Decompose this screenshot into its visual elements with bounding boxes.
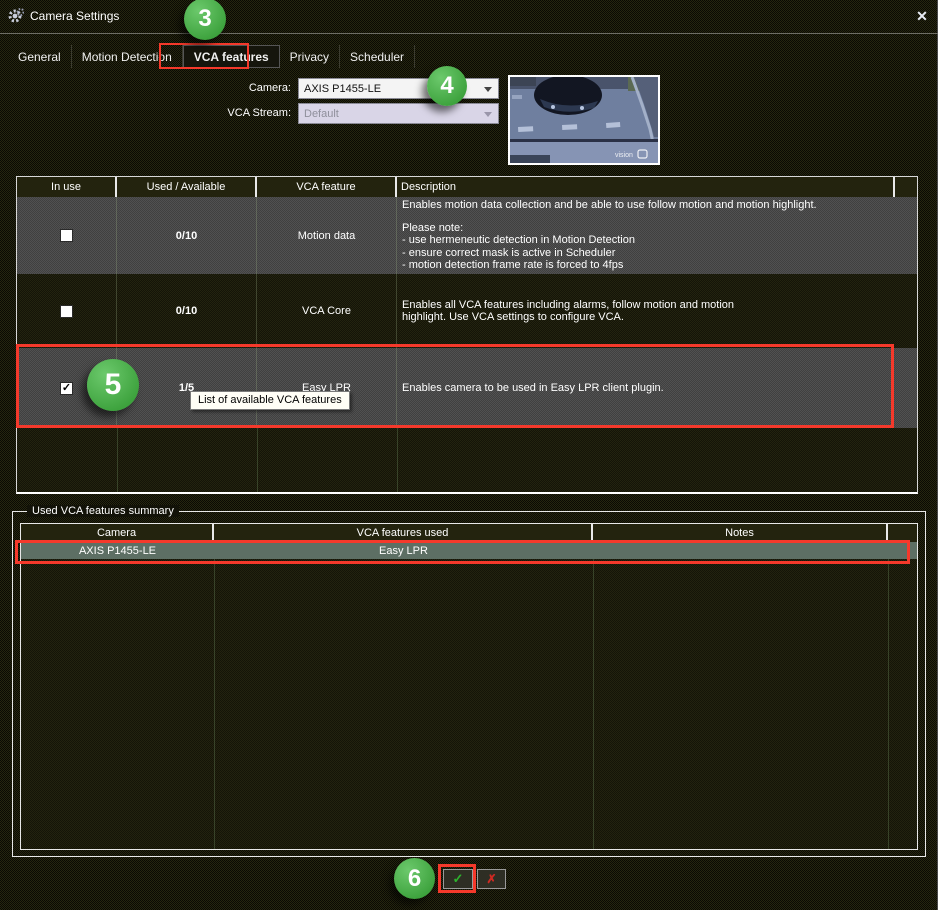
easy-lpr-description: Enables camera to be used in Easy LPR cl… [397,348,917,428]
tab-privacy[interactable]: Privacy [280,45,340,68]
grid-line [888,559,889,849]
annotation-step-4: 4 [427,66,467,106]
annotation-step-5: 5 [87,359,139,411]
features-table-header: In use Used / Available VCA feature Desc… [17,177,917,197]
tab-scheduler[interactable]: Scheduler [340,45,415,68]
vca-stream-dropdown-value: Default [304,108,339,120]
col-header-in-use[interactable]: In use [17,177,117,197]
col-header-notes[interactable]: Notes [593,524,888,542]
summary-table-header: Camera VCA features used Notes [21,524,917,542]
titlebar-separator [0,33,938,34]
title-bar: Camera Settings ✕ [0,0,938,33]
camera-dropdown[interactable]: AXIS P1455-LE [298,78,499,99]
chevron-down-icon [484,87,492,92]
summary-notes-cell [593,542,888,559]
vca-stream-dropdown[interactable]: Default [298,103,499,124]
grid-line [214,559,215,849]
easy-lpr-checkbox[interactable]: ✓ [60,382,73,395]
features-table-empty-area [17,428,917,492]
col-header-description[interactable]: Description [397,177,895,197]
motion-data-checkbox[interactable] [60,229,73,242]
col-header-sliver [888,524,917,542]
table-row-motion-data[interactable]: 0/10 Motion data Enables motion data col… [17,197,917,274]
col-header-used-available[interactable]: Used / Available [117,177,257,197]
svg-text:vision: vision [615,152,633,159]
cancel-button[interactable]: ✗ [477,869,506,889]
groupbox-label: Used VCA features summary [27,505,179,517]
used-vca-features-groupbox: Used VCA features summary Camera VCA fea… [12,511,926,857]
grid-line [593,559,594,849]
grid-line [117,428,118,492]
annotation-step-3: 3 [184,0,226,40]
check-icon: ✓ [453,871,464,887]
camera-label: Camera: [160,82,291,94]
tab-vca-features[interactable]: VCA features [183,45,280,68]
summary-features-cell: Easy LPR [214,542,593,559]
grid-line [397,428,398,492]
summary-table-empty-area [21,559,917,849]
settings-gear-icon [8,8,24,24]
window-title: Camera Settings [30,9,119,23]
ok-button[interactable]: ✓ [443,869,473,889]
col-header-sliver [895,177,917,197]
vca-core-feature: VCA Core [257,274,397,348]
col-header-features-used[interactable]: VCA features used [214,524,593,542]
vca-core-description: Enables all VCA features including alarm… [397,274,917,348]
camera-preview: vision [508,75,660,165]
table-row-easy-lpr[interactable]: ✓ 1/5 Easy LPR Enables camera to be used… [17,348,917,428]
x-icon: ✗ [486,872,496,886]
motion-data-used: 0/10 [117,197,257,274]
table-row-vca-core[interactable]: 0/10 VCA Core Enables all VCA features i… [17,274,917,348]
tab-general[interactable]: General [8,45,72,68]
camera-preview-image: vision [510,77,658,163]
vca-features-tooltip: List of available VCA features [190,391,350,410]
close-icon[interactable]: ✕ [912,8,932,26]
summary-table: Camera VCA features used Notes AXIS P145… [20,523,918,850]
tab-bar: General Motion Detection VCA features Pr… [8,45,415,68]
vca-stream-label: VCA Stream: [160,107,291,119]
vca-core-used: 0/10 [117,274,257,348]
tab-motion-detection[interactable]: Motion Detection [72,45,183,68]
easy-lpr-feature: Easy LPR [257,348,397,428]
summary-camera-cell: AXIS P1455-LE [21,542,214,559]
motion-data-description: Enables motion data collection and be ab… [397,197,917,274]
camera-dropdown-value: AXIS P1455-LE [304,83,381,95]
grid-line [257,428,258,492]
vca-core-checkbox[interactable] [60,305,73,318]
motion-data-feature: Motion data [257,197,397,274]
col-header-vca-feature[interactable]: VCA feature [257,177,397,197]
annotation-step-6: 6 [394,858,435,899]
col-header-camera[interactable]: Camera [21,524,214,542]
chevron-down-icon [484,112,492,117]
summary-row-axis-p1455[interactable]: AXIS P1455-LE Easy LPR [21,542,917,559]
camera-settings-window: Camera Settings ✕ General Motion Detecti… [0,0,938,910]
vca-features-table: In use Used / Available VCA feature Desc… [16,176,918,494]
